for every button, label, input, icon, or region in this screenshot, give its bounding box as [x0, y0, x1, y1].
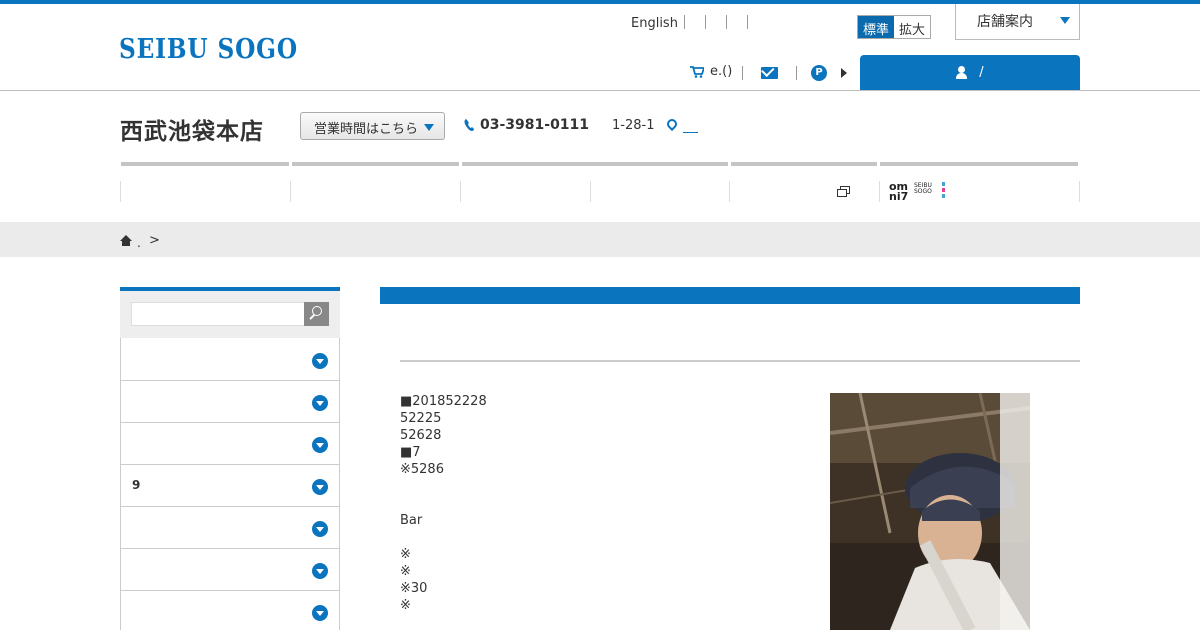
home-icon[interactable] [120, 235, 132, 246]
site-logo[interactable]: SEIBU SOGO [119, 34, 298, 65]
nav-divider [590, 181, 591, 202]
store-guide-dropdown[interactable]: 店舗案内 [955, 4, 1080, 40]
chevron-right-icon[interactable] [841, 68, 847, 78]
points-icon[interactable]: P [811, 65, 827, 81]
chevron-down-icon [312, 563, 328, 579]
business-hours-label: 営業時間はこちら [314, 122, 419, 137]
nav-tab-indicator [731, 162, 877, 166]
sidebar-item[interactable]: 9 [120, 464, 340, 507]
font-size-large-button[interactable]: 拡大 [894, 16, 930, 38]
nav-tab-indicator [880, 162, 1078, 166]
chevron-down-icon [312, 437, 328, 453]
nav-tab-indicator [121, 162, 289, 166]
store-title: 西武池袋本店 [120, 119, 264, 145]
chevron-down-icon [312, 605, 328, 621]
nav-divider [460, 181, 461, 202]
omni7-logo[interactable]: om ni7 SEIBU SOGO [889, 181, 947, 204]
sidebar-item[interactable] [120, 380, 340, 423]
nav-tab-indicator [292, 162, 459, 166]
search-button[interactable] [304, 302, 329, 326]
header-divider [796, 66, 797, 80]
search-input[interactable] [131, 302, 305, 326]
map-pin-icon[interactable] [664, 116, 680, 132]
font-size-switcher: 標準 拡大 [857, 15, 932, 39]
nav-divider [879, 181, 880, 202]
business-hours-button[interactable]: 営業時間はこちら [300, 112, 445, 140]
breadcrumb [0, 222, 1200, 257]
breadcrumb-separator: > [149, 233, 160, 248]
sidebar-item[interactable] [120, 590, 340, 630]
nav-divider [1079, 181, 1080, 202]
cart-label: e.() [710, 64, 733, 79]
content-divider [400, 360, 1080, 362]
cart-icon [690, 65, 704, 78]
header-divider [705, 15, 706, 29]
nav-tab-indicator [462, 162, 728, 166]
chevron-down-icon [424, 124, 434, 131]
sidebar-item[interactable] [120, 422, 340, 465]
external-link-icon[interactable] [837, 186, 850, 197]
font-size-standard-button[interactable]: 標準 [858, 16, 895, 38]
sidebar: 9 [120, 287, 340, 630]
cart-link[interactable]: e.() [690, 64, 732, 79]
chevron-down-icon [312, 521, 328, 537]
nav-divider [290, 181, 291, 202]
breadcrumb-dot: . [137, 236, 141, 250]
header-divider [742, 66, 743, 80]
phone-number: 03-3981-0111 [480, 117, 590, 133]
map-link[interactable] [683, 113, 698, 133]
chevron-down-icon [312, 479, 328, 495]
nav-divider [120, 181, 121, 202]
store-guide-label: 店舗案内 [977, 14, 1033, 30]
sidebar-item[interactable] [120, 548, 340, 591]
login-label: / [979, 65, 984, 80]
nav-divider [729, 181, 730, 202]
header-divider [726, 15, 727, 29]
chevron-down-icon [312, 353, 328, 369]
store-address: 1-28-1 [612, 118, 655, 133]
sidebar-search [120, 291, 340, 338]
sidebar-item[interactable] [120, 338, 340, 381]
chevron-down-icon [1060, 17, 1070, 24]
content-title-bar [380, 287, 1080, 304]
phone-link[interactable]: 03-3981-0111 [463, 117, 589, 133]
login-button[interactable]: / [860, 55, 1080, 90]
user-icon [956, 66, 968, 79]
event-photo [830, 393, 1030, 630]
phone-icon [464, 119, 474, 131]
mail-icon[interactable] [761, 67, 778, 79]
chevron-down-icon [312, 395, 328, 411]
header-divider [747, 15, 748, 29]
header-divider [684, 15, 685, 29]
sidebar-item[interactable] [120, 506, 340, 549]
content-text: ■201852228 52225 52628 ■7 ※5286 Bar ※ ※ … [400, 394, 487, 613]
english-link[interactable]: English [631, 16, 678, 31]
